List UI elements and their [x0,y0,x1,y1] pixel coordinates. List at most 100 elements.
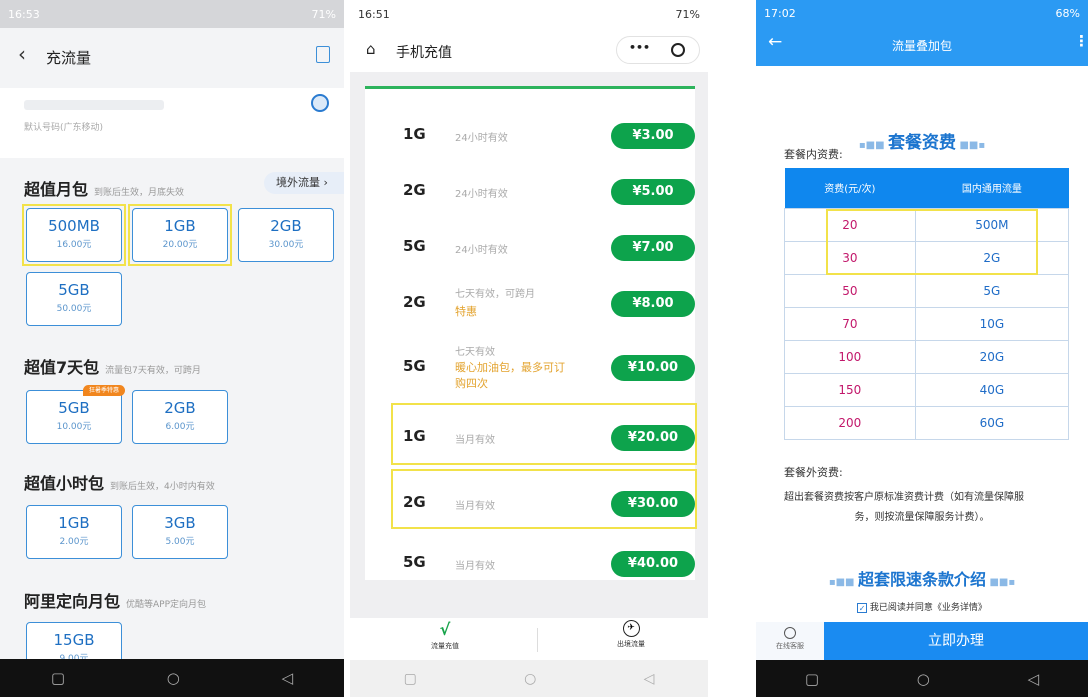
table-row: 100 20G [784,339,1070,374]
back-nav-icon[interactable]: ◁ [282,669,294,687]
home-nav-icon[interactable]: ○ [917,670,930,688]
weekly-section-title: 超值7天包 流量包7天有效，可跨月 [24,358,201,377]
price-row: 5G 24小时有效 ¥7.00 [365,219,695,275]
package-hourly-1gb[interactable]: 1GB 2.00元 [26,505,122,559]
agree-row: ✓ 我已阅读并同意《业务详情》 [756,600,1088,613]
panel-traffic-recharge: 16:53 71% ‹ 充流量 默认号码(广东移动) 超值月包 到账后生效，月底失… [0,0,344,697]
status-time: 17:02 [764,6,796,20]
price-button[interactable]: ¥3.00 [611,123,695,149]
bottom-tab-bar: √ 流量充值 ✈ 出境流量 [350,618,708,660]
price-cell: 200 [784,405,916,440]
top-bar: ⌂ 手机充值 ••• [350,28,708,72]
document-icon[interactable] [316,46,330,63]
close-mini-program-icon[interactable] [671,43,685,57]
price-button[interactable]: ¥40.00 [611,551,695,577]
promo-note: 特惠 [455,305,477,318]
tab-overseas-traffic[interactable]: ✈ 出境流量 [596,620,666,649]
contact-icon[interactable] [311,94,329,112]
android-nav-bar: ▢ ○ ◁ [0,659,344,697]
traffic-cell: 60G [914,405,1070,440]
account-card: 默认号码(广东移动) [0,88,344,158]
promo-note: 购四次 [455,377,488,390]
speed-limit-title: ▪■■ 超套限速条款介绍 ■■▪ [828,570,1016,589]
data-size: 2G [403,293,426,311]
package-hourly-3gb[interactable]: 3GB 5.00元 [132,505,228,559]
col-header-price: 资费(元/次) [784,168,916,208]
price-button[interactable]: ¥10.00 [611,355,695,381]
package-5gb[interactable]: 5GB 50.00元 [26,272,122,326]
home-icon[interactable]: ⌂ [366,40,376,58]
validity-text: 24小时有效 [455,133,508,144]
price-row: 2G 24小时有效 ¥5.00 [365,163,695,219]
validity-text: 七天有效，可跨月 [455,289,535,300]
out-plan-label: 套餐外资费: [784,466,843,479]
agree-text[interactable]: 我已阅读并同意《业务详情》 [870,603,987,613]
data-size: 5G [403,357,426,375]
recent-apps-icon[interactable]: ▢ [404,671,417,687]
back-icon[interactable]: ‹ [18,42,26,66]
headset-icon [784,627,796,639]
highlight-box [128,204,232,266]
recharge-check-icon: √ [439,620,451,639]
divider [537,628,538,652]
table-row: 150 40G [784,372,1070,407]
back-nav-icon[interactable]: ◁ [644,671,655,687]
submit-button[interactable]: 立即办理 [824,622,1088,660]
page-title: 充流量 [46,49,92,67]
validity-text: 七天有效 [455,347,495,358]
package-weekly-5gb[interactable]: 5GB 10.00元 [26,390,122,444]
price-button[interactable]: ¥5.00 [611,179,695,205]
price-row: 5G 当月有效 ¥40.00 [365,535,695,591]
more-vertical-icon[interactable]: ⋮ [1074,32,1088,50]
promo-note: 暖心加油包，最多可订 [455,361,565,374]
table-row: 200 60G [784,405,1070,440]
status-battery: 71% [311,7,336,21]
in-plan-label: 套餐内资费: [784,148,843,161]
header-bar: 17:02 68% ← 流量叠加包 ⋮ [756,0,1088,66]
traffic-cell: 10G [914,306,1070,341]
recent-apps-icon[interactable]: ▢ [51,669,65,687]
more-icon[interactable]: ••• [629,41,650,54]
validity-text: 24小时有效 [455,245,508,256]
price-button[interactable]: ¥7.00 [611,235,695,261]
page-title: 流量叠加包 [891,39,952,53]
traffic-cell: 20G [914,339,1070,374]
status-bar: 16:51 71% [350,0,708,28]
monthly-section-title: 超值月包 到账后生效，月底失效 [24,180,185,199]
package-2gb[interactable]: 2GB 30.00元 [238,208,334,262]
online-service-button[interactable]: 在线客服 [756,622,824,660]
tab-traffic-recharge[interactable]: √ 流量充值 [410,620,480,651]
highlight-box [391,469,697,529]
android-nav-bar: ▢ ○ ◁ [756,660,1088,697]
android-nav-bar: ▢ ○ ◁ [350,660,708,697]
price-cell: 50 [784,273,916,308]
status-bar: 16:53 71% [0,0,344,28]
price-list-card: 1G 24小时有效 ¥3.00 2G 24小时有效 ¥5.00 5G 24小时有效 ¥7.00 2… [365,86,697,580]
back-nav-icon[interactable]: ◁ [1028,670,1040,688]
price-cell: 150 [784,372,916,407]
validity-text: 24小时有效 [455,189,508,200]
out-plan-text-line2: 务，则按流量保障服务计费）。 [854,512,990,523]
highlight-box [391,403,697,465]
validity-text: 当月有效 [455,561,495,572]
traffic-cell: 5G [914,273,1070,308]
account-label: 默认号码(广东移动) [24,123,104,133]
price-cell: 70 [784,306,916,341]
hourly-section-title: 超值小时包 到账后生效，4小时内有效 [24,474,215,493]
recent-apps-icon[interactable]: ▢ [805,670,819,688]
out-plan-text-line1: 超出套餐资费按客户原标准资费计费（如有流量保障服 [784,492,1024,503]
price-row: 1G 24小时有效 ¥3.00 [365,107,695,163]
home-nav-icon[interactable]: ○ [524,671,536,687]
promo-badge: 狂暑季特惠 [83,385,125,396]
table-row: 50 5G [784,273,1070,308]
price-button[interactable]: ¥8.00 [611,291,695,317]
home-icon[interactable]: ○ [167,669,180,687]
mini-program-capsule: ••• [616,36,700,64]
panel-mobile-recharge: 16:51 71% ⌂ 手机充值 ••• 1G 24小时有效 ¥3.00 2G 24小时… [350,0,708,697]
page-title: 手机充值 [396,45,452,61]
agree-checkbox[interactable]: ✓ [857,602,868,613]
table-row: 70 10G [784,306,1070,341]
data-size: 5G [403,553,426,571]
package-weekly-2gb[interactable]: 2GB 6.00元 [132,390,228,444]
overseas-traffic-link[interactable]: 境外流量 › [264,172,344,194]
